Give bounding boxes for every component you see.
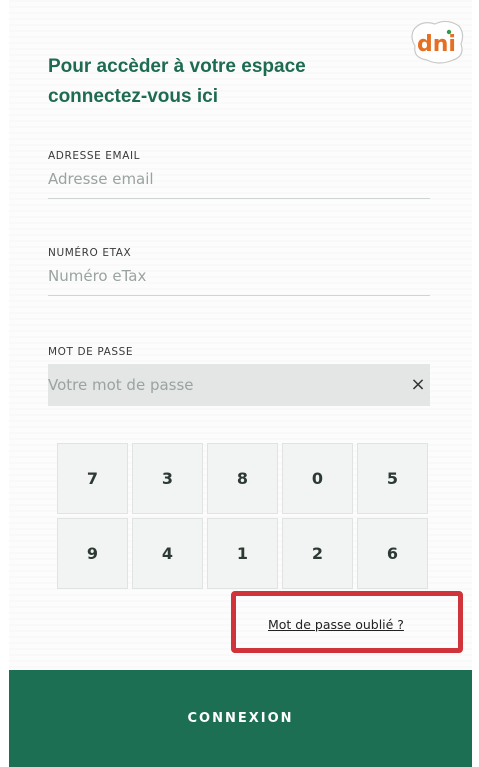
dni-logo: dni [411, 20, 464, 64]
clear-icon[interactable]: × [408, 374, 428, 395]
password-input[interactable] [48, 364, 430, 406]
keypad-key[interactable]: 9 [57, 518, 128, 589]
password-label: MOT DE PASSE [48, 346, 134, 358]
password-input-wrapper: × [48, 364, 430, 406]
etax-input[interactable] [48, 259, 430, 296]
keypad-key[interactable]: 4 [132, 518, 203, 589]
keypad-key[interactable]: 2 [282, 518, 353, 589]
keypad-key[interactable]: 5 [357, 443, 428, 514]
keypad-key[interactable]: 0 [282, 443, 353, 514]
keypad-key[interactable]: 3 [132, 443, 203, 514]
email-input[interactable] [48, 162, 430, 199]
page-title: Pour accèder à votre espace connectez-vo… [48, 56, 306, 107]
keypad-key[interactable]: 8 [207, 443, 278, 514]
etax-field-group: NUMÉRO ETAX [48, 247, 430, 296]
password-field-group: MOT DE PASSE × [48, 346, 430, 406]
logo-text: dni [417, 32, 456, 57]
email-field-group: ADRESSE EMAIL [48, 150, 430, 199]
connexion-button[interactable]: CONNEXION [9, 670, 472, 767]
etax-label: NUMÉRO ETAX [48, 247, 132, 259]
keypad-key[interactable]: 7 [57, 443, 128, 514]
numeric-keypad: 7 3 8 0 5 9 4 1 2 6 [57, 443, 429, 589]
keypad-key[interactable]: 1 [207, 518, 278, 589]
forgot-password-link[interactable]: Mot de passe oublié ? [268, 617, 404, 632]
email-label: ADRESSE EMAIL [48, 150, 141, 162]
keypad-key[interactable]: 6 [357, 518, 428, 589]
